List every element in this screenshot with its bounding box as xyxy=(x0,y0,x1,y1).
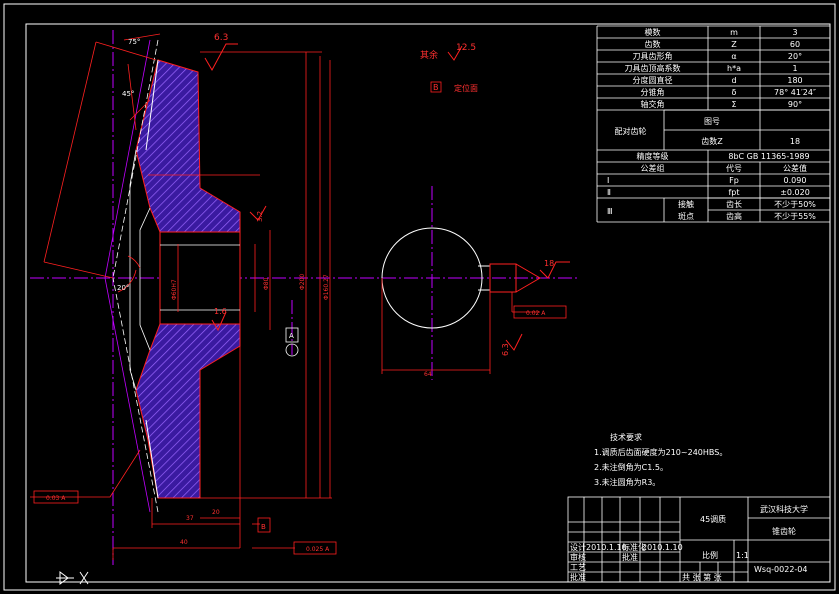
part-name: 锥齿轮 xyxy=(772,526,796,536)
scale-val: 1:1 xyxy=(736,551,749,560)
param-sym-3: h*a xyxy=(727,64,741,73)
tol-runout2: 0.025 A xyxy=(306,546,330,553)
drawing-no: Wsq-0022-04 xyxy=(754,565,807,574)
contact-code-1: 齿高 xyxy=(726,211,742,221)
param-sym-6: Σ xyxy=(731,100,736,109)
signer-1: 设计 xyxy=(570,542,586,552)
gear-section-view xyxy=(104,39,241,513)
date-2: 2010.1.10 xyxy=(642,543,683,552)
param-val-3: 1 xyxy=(792,64,797,73)
param-val-5: 78° 41′24″ xyxy=(774,88,816,97)
param-sym-1: Z xyxy=(731,40,737,49)
param-name-6: 轴交角 xyxy=(641,99,665,109)
dim-hub: Φ80 xyxy=(263,277,270,290)
tol-label: 公差值 xyxy=(783,163,807,173)
param-val-0: 3 xyxy=(792,28,797,37)
rough-bore: 1.6 xyxy=(214,307,227,316)
material: 45调质 xyxy=(700,514,726,524)
datum-a: A xyxy=(289,332,294,340)
dim-bore: Φ60H7 xyxy=(171,279,178,300)
dim-width: 40 xyxy=(180,539,188,546)
tol-code-0: Fp xyxy=(729,176,739,185)
signer-3: 工艺 xyxy=(570,563,586,572)
tol-group-0: Ⅰ xyxy=(607,176,609,185)
mate-sym-1: 齿数Z xyxy=(701,136,723,146)
signer-2: 审核 xyxy=(570,552,586,562)
param-table: 模数 m 3齿数 Z 60刀具齿形角 α 20°刀具齿顶高系数 h*a 1分度圆直径 d 180分锥… xyxy=(596,25,831,223)
contact-code-0: 齿长 xyxy=(726,199,742,209)
mate-label: 配对齿轮 xyxy=(615,126,647,136)
contact-val-1: 不少于55% xyxy=(774,212,816,221)
contact-label-2: 斑点 xyxy=(678,211,694,221)
tech-req-item-1: 1.调质后齿面硬度为210~240HBS。 xyxy=(594,447,727,457)
param-val-2: 20° xyxy=(788,52,802,61)
dim-od2: Φ160.27 xyxy=(323,274,330,300)
tol-code-1: fpt xyxy=(728,188,739,197)
grade-label: 精度等级 xyxy=(637,151,669,161)
param-val-6: 90° xyxy=(788,100,802,109)
rough-key: 3.2 xyxy=(256,211,264,222)
mate-sym-0: 图号 xyxy=(704,117,720,126)
param-name-5: 分锥角 xyxy=(641,87,665,97)
param-name-4: 分度圆直径 xyxy=(633,75,673,85)
param-name-3: 刀具齿顶高系数 xyxy=(625,63,681,73)
rough-side: 6.3 xyxy=(501,343,510,356)
dim-mount: 37 xyxy=(186,515,194,522)
sheet-info: 共 张 第 张 xyxy=(682,572,722,582)
code-label: 代号 xyxy=(726,163,742,173)
bore-dim: 64 xyxy=(424,371,432,378)
param-name-2: 刀具齿形角 xyxy=(633,51,673,61)
tol-group-1: Ⅱ xyxy=(607,188,611,197)
lower-tooth-hatch xyxy=(135,323,241,499)
signer-4: 批准 xyxy=(570,572,586,582)
dim-hub-len: 20 xyxy=(212,509,220,516)
datum-label: 定位面 xyxy=(454,83,478,93)
contact-val-0: 不少于50% xyxy=(774,200,816,209)
tech-req-item-3: 3.未注圆角为R3。 xyxy=(594,477,660,487)
angle-outer: 75° xyxy=(128,38,140,46)
contact-label-1: 接触 xyxy=(678,199,694,209)
name-2: 批准 xyxy=(622,552,638,562)
param-val-1: 60 xyxy=(790,40,800,49)
tech-req-item-2: 2.未注倒角为C1.5。 xyxy=(594,462,668,472)
param-name-1: 齿数 xyxy=(645,39,661,49)
datum-letter: B xyxy=(433,83,439,92)
center-lines xyxy=(30,30,578,565)
side-view-hub xyxy=(33,81,567,555)
rough-rest-label: 其余 xyxy=(420,49,438,61)
scale-label: 比例 xyxy=(702,550,718,560)
angle-cone: 20° xyxy=(117,284,129,292)
cad-drawing-canvas: 6.3 其余 12.5 B 定位面 75° 45° 20° Φ60H7 Φ80 … xyxy=(3,3,836,591)
date-1: 2010.1.10 xyxy=(586,543,627,552)
contact-group: Ⅲ xyxy=(607,207,613,216)
tol-val-0: 0.090 xyxy=(784,176,807,185)
angle-face: 45° xyxy=(122,90,134,98)
param-sym-0: m xyxy=(730,28,738,37)
group-label: 公差组 xyxy=(641,163,665,173)
grade-val: 8bC GB 11365-1989 xyxy=(728,152,809,161)
rough-top-label: 6.3 xyxy=(214,33,228,43)
param-val-4: 180 xyxy=(787,76,802,85)
rough-rest-value: 12.5 xyxy=(456,43,476,53)
datum-b: B xyxy=(261,523,266,531)
drawing-annotations: 6.3 其余 12.5 B 定位面 75° 45° 20° Φ60H7 Φ80 … xyxy=(46,33,554,553)
dim-od: Φ200 xyxy=(299,274,306,290)
tech-requirements: 技术要求 1.调质后齿面硬度为210~240HBS。 2.未注倒角为C1.5。 … xyxy=(594,432,727,487)
tol-key: 0.02 A xyxy=(526,310,546,317)
param-name-0: 模数 xyxy=(645,27,661,37)
keyway-dim: 18 xyxy=(544,259,554,268)
upper-tooth-hatch xyxy=(135,59,241,233)
tol-runout1: 0.03 A xyxy=(46,495,66,502)
school-name: 武汉科技大学 xyxy=(760,504,808,514)
param-sym-2: α xyxy=(731,52,736,61)
param-sym-4: d xyxy=(731,76,736,85)
tol-val-1: ±0.020 xyxy=(780,188,810,197)
tech-req-title: 技术要求 xyxy=(610,432,642,442)
param-sym-5: δ xyxy=(732,88,737,97)
roughness-symbols xyxy=(204,43,570,351)
mate-val-1: 18 xyxy=(790,137,800,146)
title-block: 45调质 武汉科技大学 锥齿轮 Wsq-0022-04 设计 审核 工艺 批准 … xyxy=(567,496,831,583)
